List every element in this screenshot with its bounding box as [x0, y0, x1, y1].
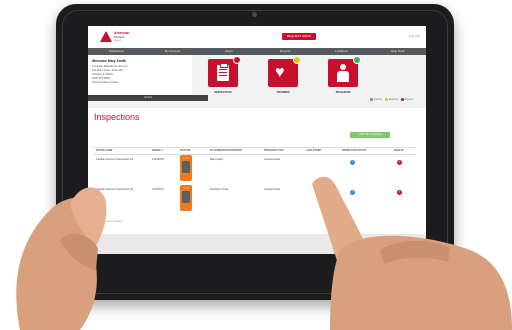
left-hand-icon: [16, 187, 107, 330]
right-hand-icon: [312, 176, 512, 330]
hands-illustration: [16, 176, 512, 330]
